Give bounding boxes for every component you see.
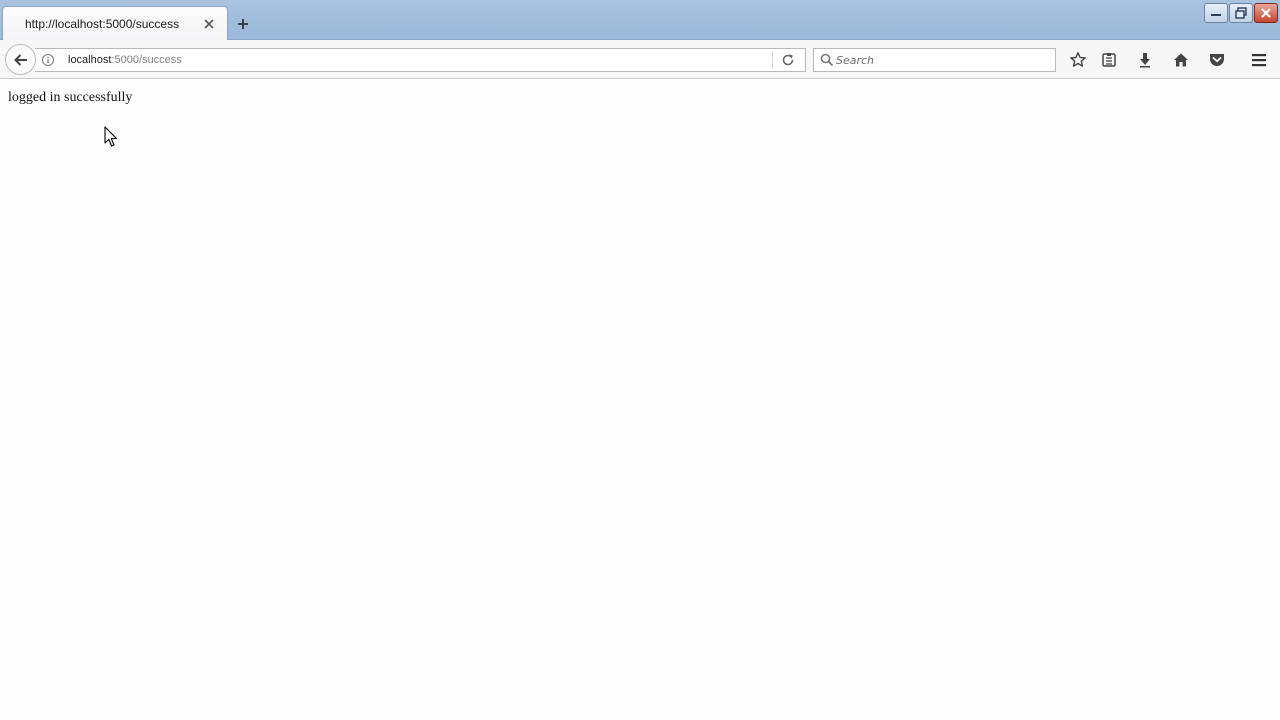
url-divider bbox=[772, 52, 773, 68]
restore-icon bbox=[1235, 7, 1247, 19]
url-host: localhost bbox=[68, 54, 112, 66]
bookmark-star-button[interactable] bbox=[1068, 50, 1088, 70]
nav-bar: localhost:5000/success bbox=[0, 40, 1280, 79]
window-close-button[interactable] bbox=[1254, 3, 1278, 23]
home-button[interactable] bbox=[1171, 50, 1191, 70]
reload-icon[interactable] bbox=[780, 52, 796, 68]
pocket-icon bbox=[1210, 54, 1224, 66]
close-icon bbox=[1261, 8, 1271, 18]
arrow-left-icon bbox=[13, 53, 27, 66]
tab-close-icon[interactable] bbox=[201, 16, 217, 32]
home-icon bbox=[1174, 53, 1188, 67]
downloads-button[interactable] bbox=[1135, 50, 1155, 70]
reading-list-icon bbox=[1102, 53, 1116, 67]
login-success-message: logged in successfully bbox=[8, 90, 133, 105]
hamburger-menu-icon bbox=[1252, 54, 1266, 67]
new-tab-button[interactable] bbox=[233, 14, 253, 34]
pocket-button[interactable] bbox=[1207, 50, 1227, 70]
reading-list-button[interactable] bbox=[1099, 50, 1119, 70]
minimize-icon bbox=[1211, 14, 1221, 16]
restore-button[interactable] bbox=[1229, 3, 1253, 23]
search-bar[interactable] bbox=[813, 48, 1056, 72]
browser-tab[interactable]: http://localhost:5000/success bbox=[2, 6, 228, 41]
minimize-button[interactable] bbox=[1204, 3, 1228, 23]
search-input[interactable] bbox=[836, 52, 1046, 68]
mouse-cursor-icon bbox=[104, 126, 118, 148]
back-button[interactable] bbox=[5, 44, 36, 75]
info-icon[interactable] bbox=[41, 53, 55, 67]
url-path: :5000/success bbox=[111, 54, 182, 66]
window-controls bbox=[1203, 3, 1278, 25]
download-icon bbox=[1140, 53, 1150, 68]
plus-icon bbox=[238, 19, 248, 29]
open-menu-button[interactable] bbox=[1249, 50, 1269, 70]
search-icon bbox=[820, 53, 834, 67]
tab-title: http://localhost:5000/success bbox=[25, 17, 180, 31]
url-bar[interactable]: localhost:5000/success bbox=[35, 48, 806, 72]
url-text[interactable]: localhost:5000/success bbox=[68, 54, 182, 66]
star-icon bbox=[1070, 52, 1086, 67]
tab-strip: http://localhost:5000/success bbox=[0, 0, 1280, 41]
page-content: logged in successfully bbox=[0, 80, 1280, 720]
